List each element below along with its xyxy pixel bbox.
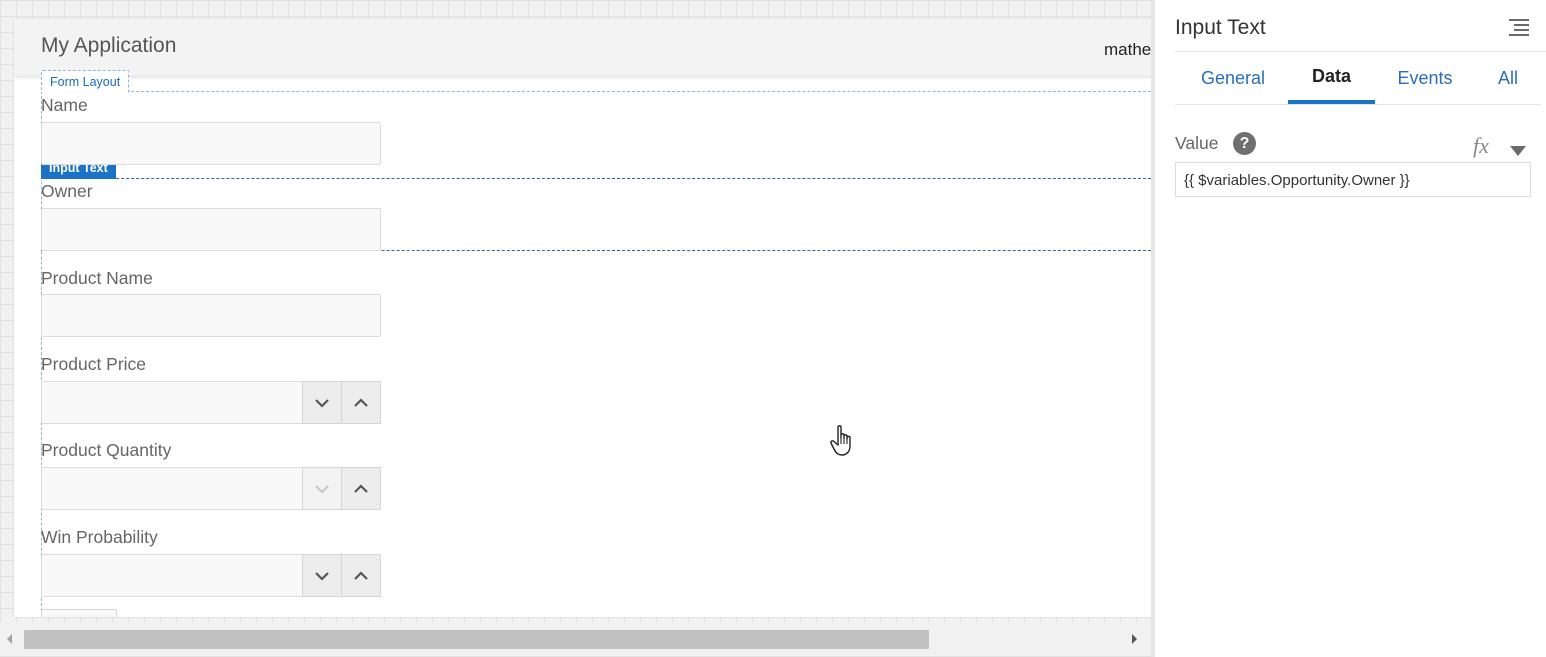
chevron-up-icon [354,397,368,407]
product-quantity-decrement-button[interactable] [302,467,342,510]
application-preview: My Application mathe Form Layout Input T… [14,19,1151,617]
properties-panel: Input Text General Data Events All Value… [1151,0,1546,657]
help-icon[interactable]: ? [1233,132,1256,155]
field-label-owner: Owner [41,181,93,201]
scroll-left-arrow-icon[interactable] [4,632,14,646]
form-layout-outline[interactable] [41,91,1151,617]
field-label-product-name: Product Name [41,268,153,288]
value-label: Value [1175,133,1219,153]
win-probability-input[interactable] [41,554,381,597]
caret-down-icon[interactable] [1509,145,1527,157]
tab-events[interactable]: Events [1375,52,1475,104]
divider [1175,104,1541,105]
designer-canvas: My Application mathe Form Layout Input T… [0,0,1151,657]
owner-input[interactable] [41,208,381,251]
product-price-input[interactable] [41,381,381,424]
tab-all[interactable]: All [1475,52,1541,104]
product-name-input[interactable] [41,294,381,337]
chevron-down-icon [315,398,329,408]
form-layout-tag[interactable]: Form Layout [41,70,130,93]
tab-general[interactable]: General [1175,52,1291,104]
win-probability-decrement-button[interactable] [302,554,342,597]
chevron-down-icon [315,484,329,494]
field-label-product-quantity: Product Quantity [41,440,172,460]
tab-data[interactable]: Data [1288,52,1375,104]
value-expression-input[interactable]: {{ $variables.Opportunity.Owner }} [1175,162,1531,197]
product-quantity-increment-button[interactable] [341,467,381,510]
expression-editor-icon[interactable]: fx [1473,133,1489,159]
field-label-win-probability: Win Probability [41,527,158,547]
product-price-decrement-button[interactable] [302,381,342,424]
horizontal-scrollbar[interactable] [0,622,1151,656]
win-probability-increment-button[interactable] [341,554,381,597]
scroll-right-arrow-icon[interactable] [1130,632,1140,646]
property-tabs: General Data Events All [1175,52,1541,104]
user-name[interactable]: mathe [1104,40,1151,60]
hand-cursor-icon [830,425,851,456]
partially-visible-button[interactable] [41,609,117,617]
panel-title: Input Text [1175,16,1266,39]
scrollbar-thumb[interactable] [24,630,929,649]
chevron-down-icon [315,571,329,581]
hamburger-menu-icon[interactable] [1509,17,1529,37]
field-label-name: Name [41,95,88,115]
name-input[interactable] [41,122,381,165]
field-label-product-price: Product Price [41,354,147,374]
product-quantity-input[interactable] [41,467,381,510]
product-price-increment-button[interactable] [341,381,381,424]
app-title: My Application [41,34,177,57]
chevron-up-icon [354,483,368,493]
app-header: My Application mathe [14,19,1151,77]
chevron-up-icon [354,570,368,580]
